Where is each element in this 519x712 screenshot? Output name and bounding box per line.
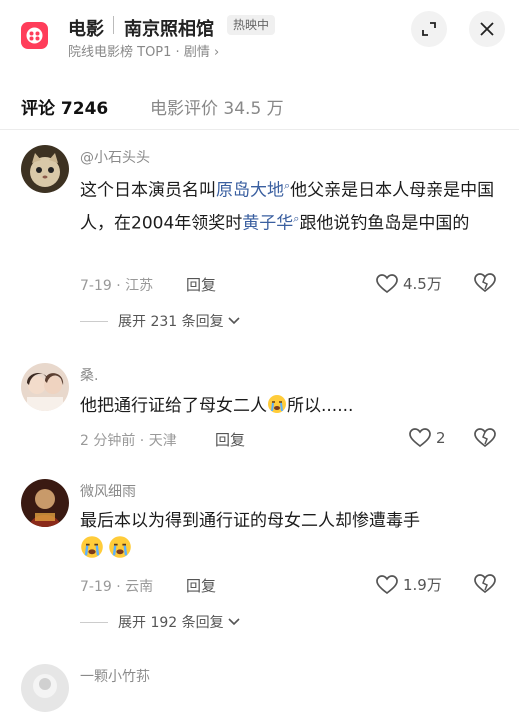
expand-divider bbox=[80, 621, 108, 623]
like-count: 4.5万 bbox=[403, 275, 442, 293]
reply-button[interactable]: 回复 bbox=[215, 429, 245, 450]
avatar[interactable] bbox=[21, 664, 69, 712]
crying-emoji-icon bbox=[267, 394, 287, 414]
heart-icon bbox=[376, 574, 398, 594]
tab-ratings[interactable]: 电影评价 34.5 万 bbox=[150, 94, 284, 119]
comment-text-segment: 所以...... bbox=[287, 396, 354, 416]
movie-title[interactable]: 南京照相馆 bbox=[124, 15, 214, 41]
like-button[interactable]: 2 bbox=[409, 428, 446, 448]
broken-heart-icon bbox=[474, 428, 496, 448]
expand-divider bbox=[80, 320, 108, 322]
expand-button[interactable] bbox=[411, 11, 447, 47]
chevron-down-icon bbox=[228, 618, 240, 626]
close-icon bbox=[480, 22, 494, 36]
avatar[interactable] bbox=[21, 479, 69, 527]
broken-heart-icon bbox=[474, 273, 496, 293]
title-divider bbox=[113, 16, 114, 34]
comment-username[interactable]: 桑. bbox=[80, 365, 98, 385]
ranking-subtitle[interactable]: 院线电影榜 TOP1 · 剧情 › bbox=[68, 41, 219, 60]
comment-text-segment: 跟他说钓鱼岛是中国的 bbox=[299, 213, 470, 234]
tab-comments[interactable]: 评论 7246 bbox=[21, 94, 108, 119]
comment-text: 他把通行证给了母女二人 所以...... bbox=[80, 393, 498, 420]
comment-text-segment: 最后本以为得到通行证的母女二人却惨遭毒手 bbox=[80, 511, 420, 531]
comment-text-segment: 这个日本演员名叫 bbox=[80, 180, 216, 201]
chevron-down-icon bbox=[228, 317, 240, 325]
comment-meta: 7-19 · 云南 bbox=[80, 579, 154, 595]
like-count: 1.9万 bbox=[403, 576, 442, 594]
reply-button[interactable]: 回复 bbox=[186, 575, 216, 596]
comment-text: 这个日本演员名叫原岛大地⌕他父亲是日本人母亲是中国人，在2004年领奖时黄子华⌕… bbox=[80, 172, 498, 237]
comment-meta: 2 分钟前 · 天津 bbox=[80, 433, 177, 449]
crying-emoji-icon bbox=[80, 535, 104, 559]
mention-link[interactable]: 黄子华 bbox=[242, 213, 293, 233]
comment-text: 最后本以为得到通行证的母女二人却惨遭毒手 bbox=[80, 508, 498, 565]
tab-divider bbox=[0, 129, 519, 130]
expand-icon bbox=[422, 22, 436, 36]
crying-emoji-icon bbox=[108, 535, 132, 559]
mention-link[interactable]: 原岛大地 bbox=[216, 181, 284, 201]
comment-meta: 7-19 · 江苏 bbox=[80, 278, 154, 294]
comment-username[interactable]: @小石头头 bbox=[80, 147, 150, 167]
expand-replies-button[interactable]: 展开 192 条回复 bbox=[80, 612, 240, 632]
dislike-button[interactable] bbox=[474, 428, 496, 452]
heart-icon bbox=[376, 273, 398, 293]
header: 电影 南京照相馆 热映中 院线电影榜 TOP1 · 剧情 › bbox=[0, 0, 519, 70]
close-button[interactable] bbox=[469, 11, 505, 47]
expand-replies-label: 展开 192 条回复 bbox=[118, 615, 224, 631]
comment-username[interactable]: 微风细雨 bbox=[80, 481, 136, 501]
category-label: 电影 bbox=[68, 19, 104, 40]
status-badge: 热映中 bbox=[227, 15, 276, 35]
broken-heart-icon bbox=[474, 574, 496, 594]
avatar[interactable] bbox=[21, 363, 69, 411]
like-button[interactable]: 1.9万 bbox=[376, 574, 442, 595]
comment-username[interactable]: 一颗小竹荪 bbox=[80, 666, 150, 686]
reply-button[interactable]: 回复 bbox=[186, 274, 216, 295]
movie-channel-icon bbox=[21, 22, 48, 49]
dislike-button[interactable] bbox=[474, 574, 496, 598]
like-button[interactable]: 4.5万 bbox=[376, 273, 442, 294]
avatar[interactable] bbox=[21, 145, 69, 193]
like-count: 2 bbox=[436, 429, 446, 447]
dislike-button[interactable] bbox=[474, 273, 496, 297]
heart-icon bbox=[409, 428, 431, 448]
comment-text-segment: 他把通行证给了母女二人 bbox=[80, 396, 267, 416]
expand-replies-button[interactable]: 展开 231 条回复 bbox=[80, 311, 240, 331]
expand-replies-label: 展开 231 条回复 bbox=[118, 314, 224, 330]
